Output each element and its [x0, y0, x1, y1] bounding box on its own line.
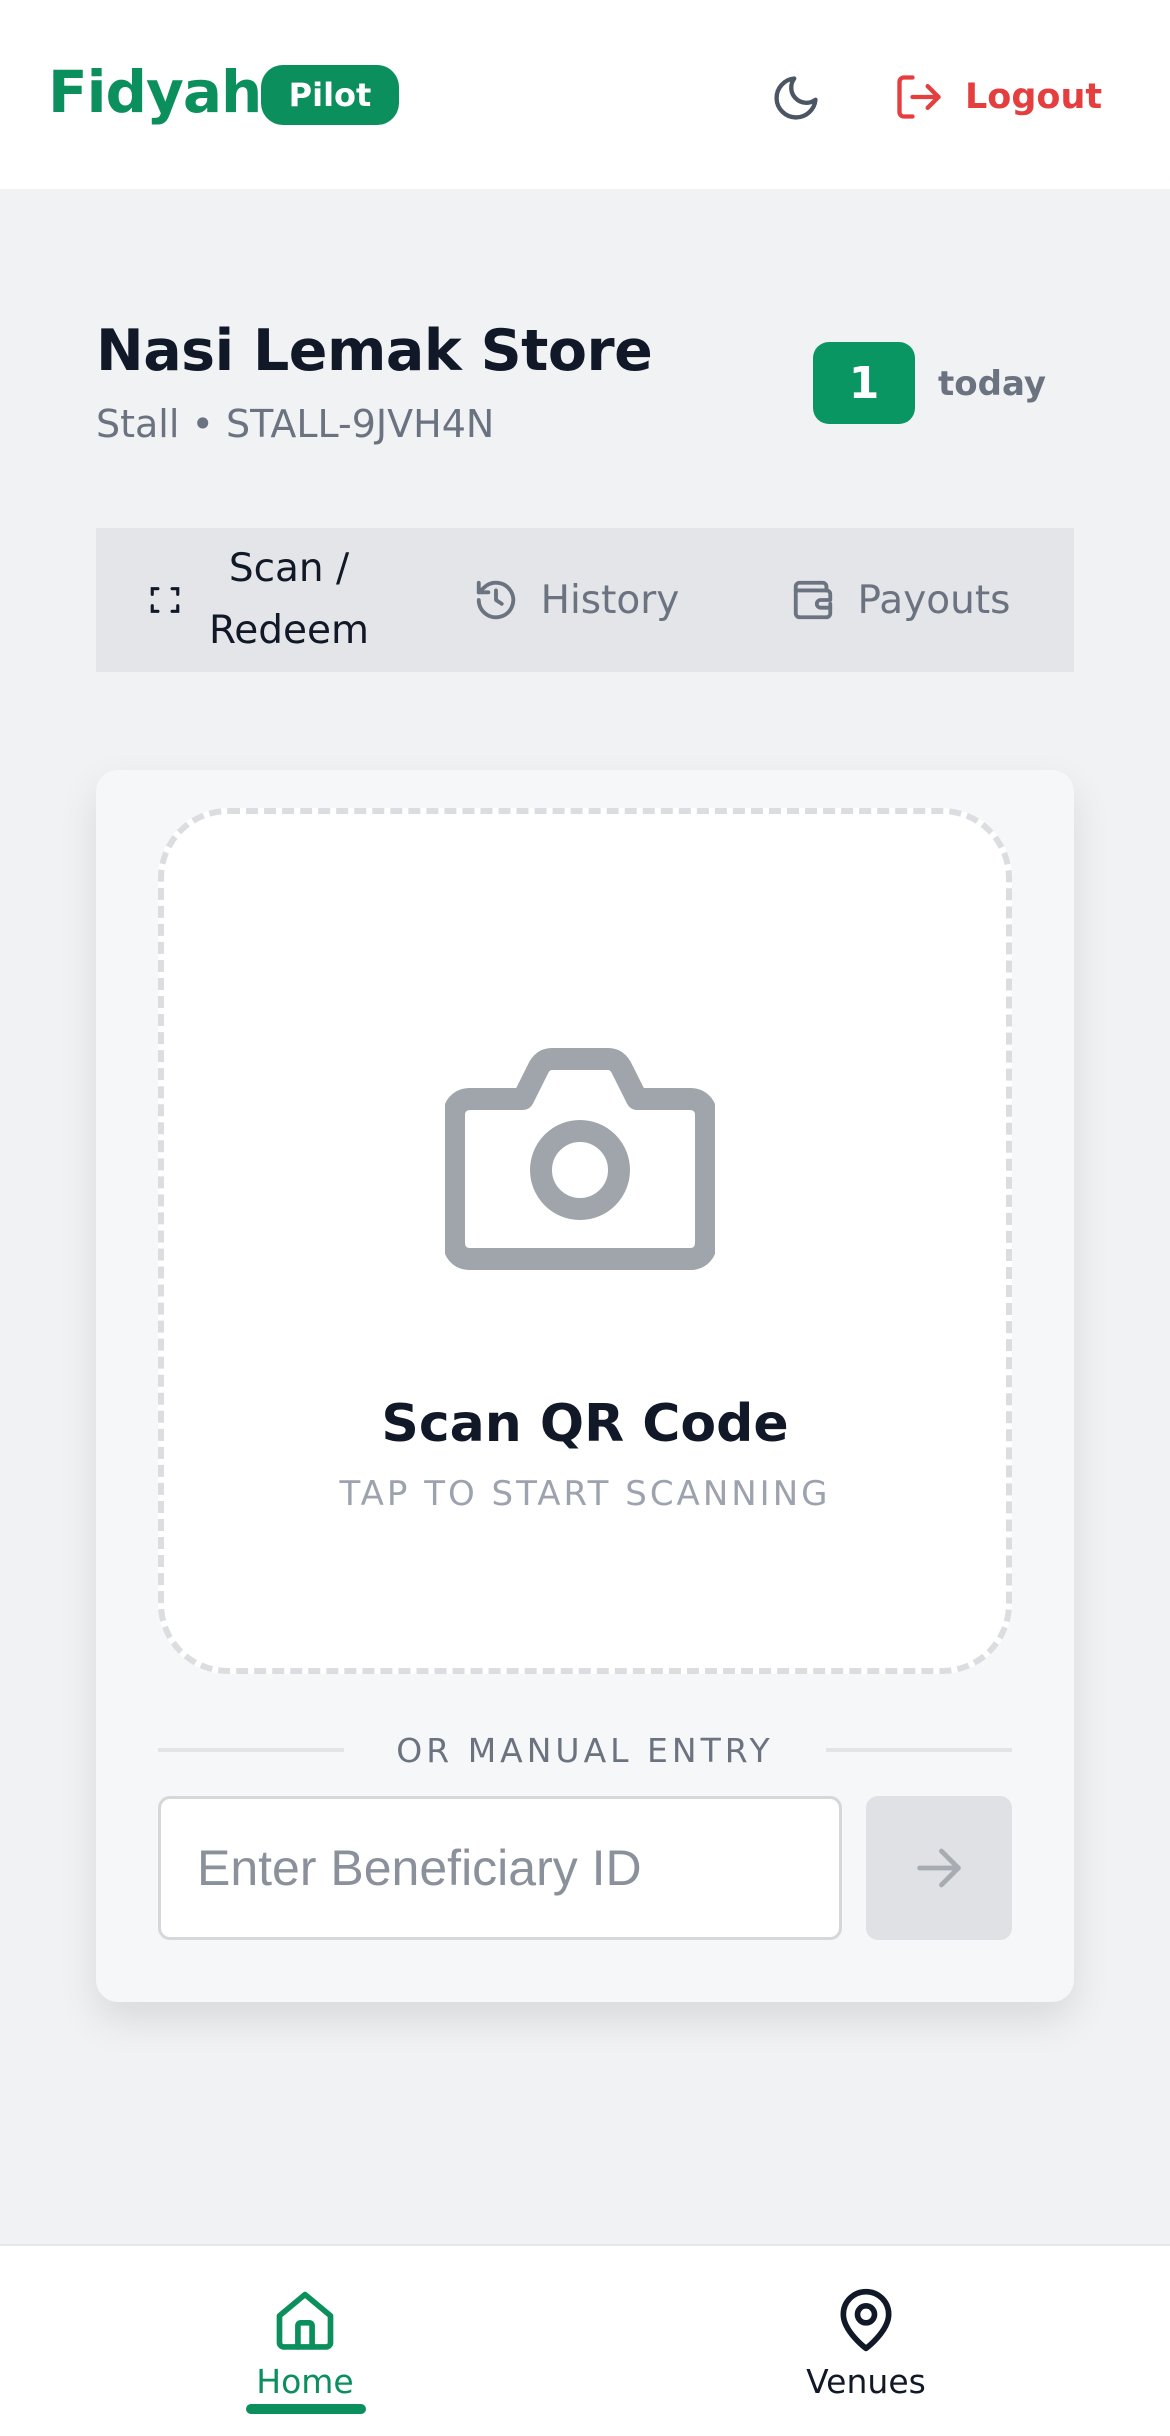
brand-logo[interactable]: Fidyah	[48, 58, 262, 126]
home-icon	[276, 2291, 334, 2350]
scan-title: Scan QR Code	[381, 1394, 789, 1454]
manual-entry-divider: OR MANUAL ENTRY	[158, 1728, 1012, 1772]
pilot-badge: Pilot	[261, 65, 399, 125]
arrow-right-icon	[917, 1848, 961, 1888]
nav-home-label: Home	[256, 2362, 354, 2401]
scan-qr-area[interactable]: Scan QR Code TAP TO START SCANNING	[158, 808, 1012, 1674]
store-subtitle: Stall • STALL-9JVH4N	[96, 402, 495, 446]
logout-button[interactable]: Logout	[893, 66, 1102, 128]
tab-scan-label: Scan / Redeem	[208, 546, 370, 653]
nav-home[interactable]: Home	[205, 2286, 405, 2416]
scanner-card: Scan QR Code TAP TO START SCANNING OR MA…	[96, 770, 1074, 2002]
moon-icon	[774, 76, 818, 120]
history-icon	[476, 580, 515, 620]
tab-payouts-label: Payouts	[857, 577, 1011, 623]
redeemed-count-badge: 1	[813, 342, 915, 424]
scan-frame-icon	[150, 587, 180, 613]
nav-venues-label: Venues	[806, 2362, 926, 2401]
app-header: Fidyah Pilot Logout	[0, 0, 1170, 189]
main-tabs: Scan / Redeem History Payouts	[96, 528, 1074, 672]
divider-line	[158, 1748, 344, 1752]
bottom-nav: Home Venues	[0, 2244, 1170, 2436]
tab-scan-redeem[interactable]: Scan / Redeem	[96, 528, 426, 672]
camera-icon	[445, 1048, 715, 1270]
logout-label: Logout	[965, 77, 1103, 117]
store-name: Nasi Lemak Store	[96, 318, 653, 384]
wallet-icon	[793, 580, 832, 620]
nav-venues[interactable]: Venues	[766, 2286, 966, 2416]
logout-icon	[897, 75, 941, 119]
submit-id-button[interactable]	[866, 1796, 1012, 1940]
beneficiary-id-input[interactable]	[158, 1796, 842, 1940]
theme-toggle-button[interactable]	[768, 70, 824, 126]
tab-payouts[interactable]: Payouts	[726, 528, 1074, 672]
map-pin-icon	[840, 2288, 892, 2352]
scan-subtitle: TAP TO START SCANNING	[339, 1474, 831, 1514]
divider-text: OR MANUAL ENTRY	[396, 1730, 774, 1770]
tab-history-label: History	[540, 577, 680, 623]
tab-history[interactable]: History	[426, 528, 726, 672]
divider-line	[826, 1748, 1012, 1752]
active-nav-indicator	[246, 2404, 366, 2414]
redeemed-count-label: today	[938, 364, 1047, 404]
